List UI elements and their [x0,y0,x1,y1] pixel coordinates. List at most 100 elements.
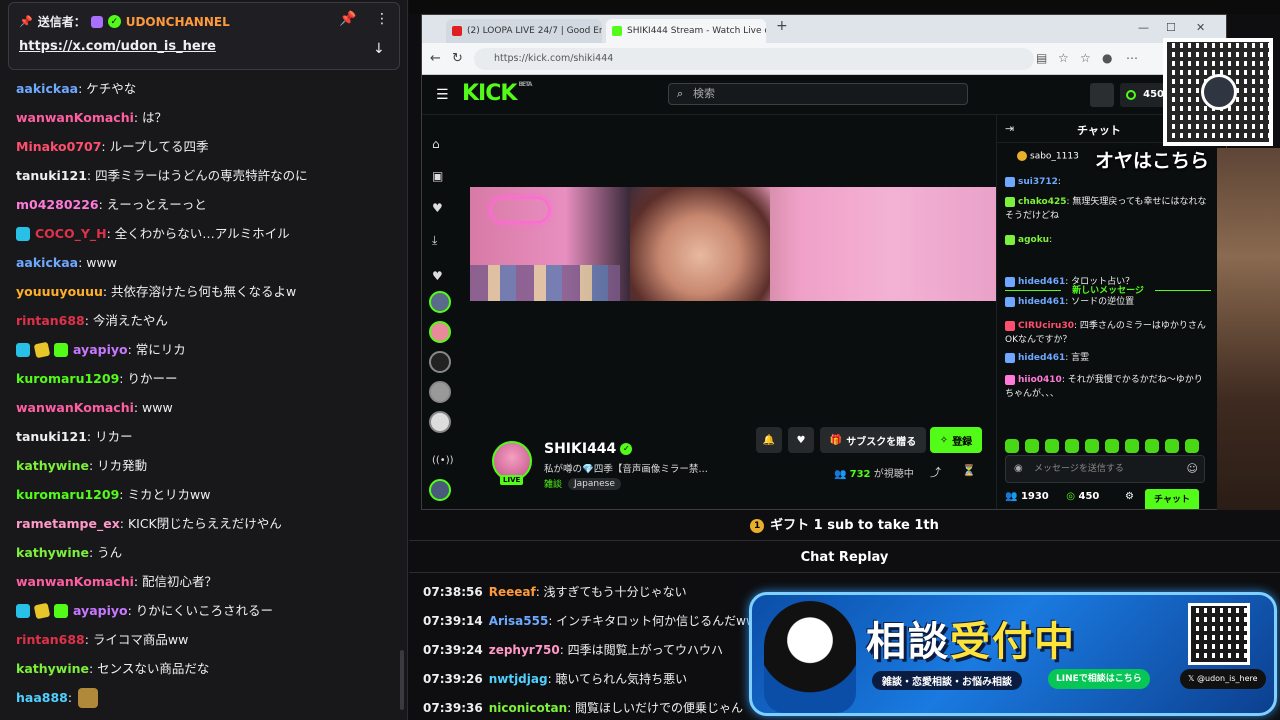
recommended-channel-avatar[interactable] [429,479,451,501]
back-arrow-icon[interactable]: ← [430,51,441,66]
chat-username[interactable]: hided461 [1018,297,1065,307]
url-input[interactable]: https://kick.com/shiki444 [474,48,1034,70]
chat-settings-icon[interactable]: ⚙ [1125,491,1134,502]
chat-username[interactable]: CIRUciru30 [1018,321,1074,331]
clip-icon[interactable]: ⏳ [962,464,976,477]
chat-username[interactable]: tanuki121 [16,161,87,190]
chat-username[interactable]: kuromaru1209 [16,364,119,393]
video-player[interactable] [470,187,1000,301]
followed-channel-avatar[interactable] [429,291,451,313]
followed-channel-avatar[interactable] [429,351,451,373]
reload-icon[interactable]: ↻ [452,51,463,66]
browser-tab-youtube[interactable]: (2) LOOPA LIVE 24/7 | Good Energy [446,19,602,43]
browser-menu-icon[interactable]: ⋯ [1126,51,1138,65]
hamburger-menu-icon[interactable]: ☰ [436,87,449,103]
chat-username[interactable]: kuromaru1209 [16,480,119,509]
live-radio-icon: ((•)) [432,455,454,466]
chat-username[interactable]: wanwanKomachi [16,393,134,422]
chat-username[interactable]: aakickaa [16,248,78,277]
chat-username[interactable]: rintan688 [16,625,85,654]
language-tag[interactable]: Japanese [568,477,621,490]
user-menu-button[interactable] [1090,83,1114,107]
emote-icon[interactable] [1025,439,1039,453]
pinned-sender-name[interactable]: UDONCHANNEL [126,15,230,29]
category-tag[interactable]: 雑談 [544,477,562,490]
download-icon[interactable]: ⤓ [432,233,437,248]
emote-icon[interactable] [1085,439,1099,453]
emote-icon[interactable] [1045,439,1059,453]
chat-username[interactable]: kathywine [16,654,89,683]
browse-icon[interactable]: ▣ [432,169,443,183]
emote-icon[interactable] [1005,439,1019,453]
chat-username[interactable]: tanuki121 [16,422,87,451]
unpin-icon[interactable]: 📌 [339,11,356,27]
chat-username[interactable]: hided461 [1018,353,1065,363]
expand-arrow-icon[interactable]: ↓ [373,41,385,57]
emote-icon[interactable] [1125,439,1139,453]
emoji-picker-icon[interactable]: ☺ [1187,456,1198,482]
chat-scrollbar[interactable] [400,650,404,710]
replay-timestamp: 07:39:24 [423,643,483,657]
kick-logo[interactable]: KICK BETA [462,81,532,106]
chat-username[interactable]: niconicotan [489,701,567,715]
following-heart-icon[interactable]: ♥ [432,201,443,215]
chat-username[interactable]: sui3712 [1018,177,1058,187]
collapse-chat-icon[interactable]: ⇥ [1005,122,1014,135]
chat-username[interactable]: aakickaa [16,74,78,103]
minimize-window-icon[interactable]: — [1138,21,1149,34]
chat-input-placeholder: メッセージを送信する [1034,464,1124,474]
emote-icon[interactable] [1165,439,1179,453]
followed-channel-avatar[interactable] [429,381,451,403]
emote-icon[interactable] [1145,439,1159,453]
chat-username[interactable]: rintan688 [16,306,85,335]
home-icon[interactable]: ⌂ [432,137,440,151]
chat-username[interactable]: hiio0410 [1018,375,1062,385]
send-chat-button[interactable]: チャット [1145,489,1199,509]
chat-username[interactable]: youuuyouuu [16,277,103,306]
grn-badge-icon [54,603,68,618]
emote-icon[interactable] [1065,439,1079,453]
chat-username[interactable]: ayapiyo [73,596,128,625]
chat-username[interactable]: kathywine [16,538,89,567]
maximize-window-icon[interactable]: ☐ [1166,21,1176,34]
chat-username[interactable]: kathywine [16,451,89,480]
profile-icon[interactable]: ● [1102,51,1112,65]
pinned-message-link[interactable]: https://x.com/udon_is_here [19,39,216,54]
replay-timestamp: 07:38:56 [423,585,483,599]
chat-username[interactable]: agoku [1018,235,1049,245]
browser-tab-kick[interactable]: SHIKI444 Stream - Watch Live on K ✕ [606,19,766,43]
reader-mode-icon[interactable]: ▤ [1036,51,1047,65]
favorite-star-icon[interactable]: ☆ [1058,51,1069,65]
chat-username[interactable]: rametampe_ex [16,509,120,538]
chat-username[interactable]: Minako0707 [16,132,101,161]
chat-username[interactable]: Arisa555 [489,614,549,628]
close-window-icon[interactable]: ✕ [1196,21,1205,34]
share-icon[interactable]: ⤴ [930,464,941,480]
gift-sub-button[interactable]: 🎁 サブスクを贈る [820,427,926,453]
emote-icon[interactable] [1105,439,1119,453]
kick-chat-input[interactable]: ◉ メッセージを送信する ☺ [1005,455,1205,483]
chat-username[interactable]: zephyr750 [489,643,560,657]
emote-icon[interactable] [1185,439,1199,453]
channel-name[interactable]: SHIKI444 ✓ [544,441,633,457]
chat-username[interactable]: chako425 [1018,197,1067,207]
chat-username[interactable]: haa888 [16,683,68,712]
chat-message: kathywine: センスない商品だな [16,654,400,683]
chat-username[interactable]: COCO_Y_H [35,219,107,248]
kick-search-input[interactable]: ⌕ 検索 [668,83,968,105]
chat-username[interactable]: wanwanKomachi [16,567,134,596]
notification-bell-button[interactable]: 🔔 [756,427,782,453]
chat-username[interactable]: m04280226 [16,190,99,219]
chat-username[interactable]: ayapiyo [73,335,128,364]
chat-message-text: : [67,690,73,705]
follow-button[interactable]: ✧ 登録 [930,427,982,453]
chat-username[interactable]: Reeeaf [489,585,536,599]
chat-username[interactable]: nwtjdjag [489,672,548,686]
collections-icon[interactable]: ☆ [1080,51,1091,65]
followed-channel-avatar[interactable] [429,321,451,343]
chat-username[interactable]: wanwanKomachi [16,103,134,132]
followed-channel-avatar[interactable] [429,411,451,433]
favorite-heart-button[interactable]: ♥ [788,427,814,453]
more-options-icon[interactable]: ⋮ [375,11,389,27]
new-tab-button[interactable]: + [776,18,788,34]
